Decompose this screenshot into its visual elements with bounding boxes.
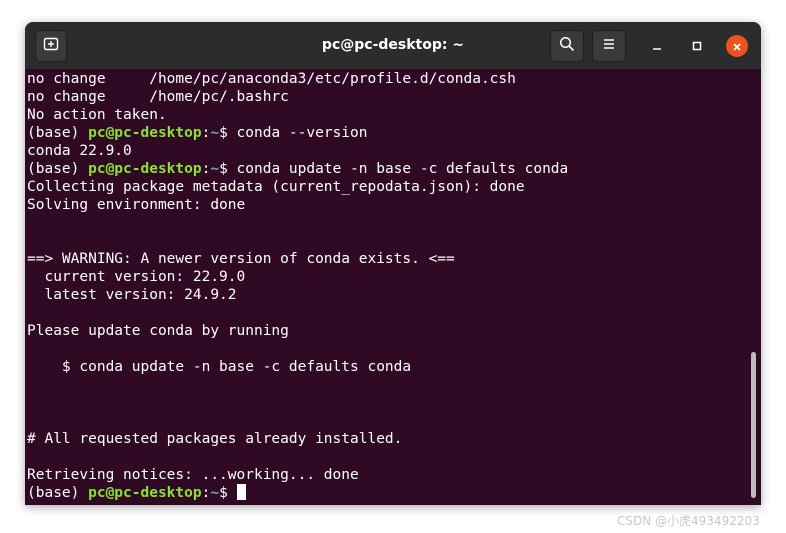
terminal-line: no change /home/pc/anaconda3/etc/profile… xyxy=(27,71,516,87)
prompt-path: ~ xyxy=(210,125,220,141)
terminal-line: conda 22.9.0 xyxy=(27,143,132,159)
terminal-line: Please update conda by running xyxy=(27,323,289,339)
close-button[interactable] xyxy=(726,35,748,57)
prompt-user: pc@pc-desktop xyxy=(88,485,202,501)
title-bar[interactable]: pc@pc-desktop: ~ xyxy=(25,22,761,69)
terminal-line: Collecting package metadata (current_rep… xyxy=(27,179,525,195)
watermark: CSDN @小虎493492203 xyxy=(617,514,760,528)
text-cursor xyxy=(236,484,246,500)
prompt-env: (base) xyxy=(27,161,89,177)
prompt-user: pc@pc-desktop xyxy=(88,125,202,141)
prompt-path: ~ xyxy=(210,161,220,177)
close-icon xyxy=(732,37,742,56)
terminal-line: Solving environment: done xyxy=(27,197,246,213)
terminal-line: Retrieving notices: ...working... done xyxy=(27,467,359,483)
prompt-line: (base) pc@pc-desktop:~$ xyxy=(27,484,747,502)
terminal-line: latest version: 24.9.2 xyxy=(27,287,237,303)
terminal-output[interactable]: no change /home/pc/anaconda3/etc/profile… xyxy=(27,70,747,504)
search-icon xyxy=(559,36,575,56)
prompt-line: (base) pc@pc-desktop:~$ conda --version xyxy=(27,124,747,142)
terminal-line: ==> WARNING: A newer version of conda ex… xyxy=(27,251,455,267)
prompt-env: (base) xyxy=(27,485,89,501)
terminal-line: No action taken. xyxy=(27,107,167,123)
prompt-env: (base) xyxy=(27,125,89,141)
minimize-button[interactable] xyxy=(646,35,668,57)
prompt-line: (base) pc@pc-desktop:~$ conda update -n … xyxy=(27,160,747,178)
terminal-window: pc@pc-desktop: ~ no change /home/pc/anac… xyxy=(25,22,761,505)
maximize-button[interactable] xyxy=(686,35,708,57)
scrollbar[interactable] xyxy=(747,70,761,505)
prompt-command: $ conda update -n base -c defaults conda xyxy=(219,161,569,177)
new-tab-icon xyxy=(43,36,59,56)
scrollbar-thumb[interactable] xyxy=(751,352,756,498)
window-title: pc@pc-desktop: ~ xyxy=(321,37,465,53)
menu-button[interactable] xyxy=(592,30,626,62)
maximize-icon xyxy=(691,37,703,56)
prompt-user: pc@pc-desktop xyxy=(88,161,202,177)
prompt-path: ~ xyxy=(210,485,220,501)
hamburger-menu-icon xyxy=(601,36,617,56)
terminal-line: $ conda update -n base -c defaults conda xyxy=(27,359,412,375)
minimize-icon xyxy=(651,37,663,56)
prompt-command: $ xyxy=(219,485,237,501)
terminal-line: no change /home/pc/.bashrc xyxy=(27,89,289,105)
terminal-line: current version: 22.9.0 xyxy=(27,269,246,285)
prompt-command: $ conda --version xyxy=(219,125,368,141)
new-tab-button[interactable] xyxy=(35,30,67,62)
search-button[interactable] xyxy=(550,30,584,62)
terminal-line: # All requested packages already install… xyxy=(27,431,403,447)
